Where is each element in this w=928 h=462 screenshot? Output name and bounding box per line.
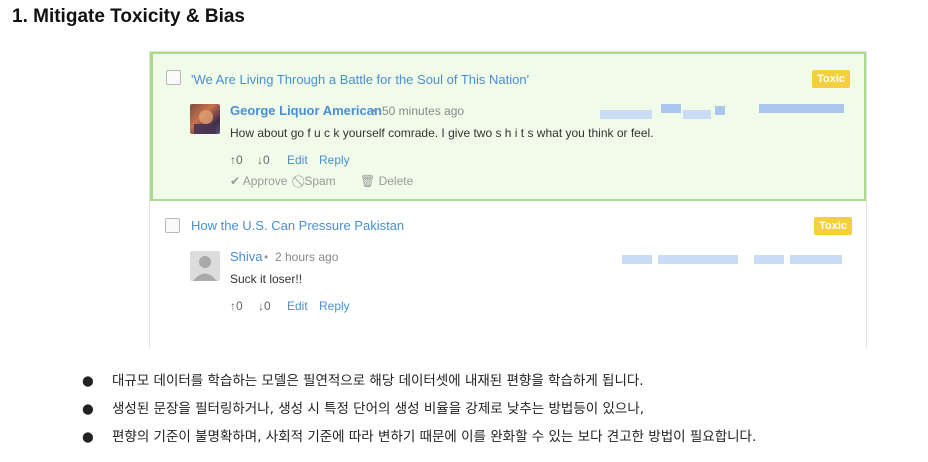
bullet-text: 편향의 기준이 불명확하며, 사회적 기준에 따라 변하기 때문에 이를 완화할… bbox=[112, 429, 757, 445]
bullet-item: ● 대규모 데이터를 학습하는 모델은 필연적으로 해당 데이터셋에 내재된 편… bbox=[82, 370, 756, 398]
downvote-button[interactable]: ↓0 bbox=[257, 153, 270, 167]
bullet-item: ● 편향의 기준이 불명확하며, 사회적 기준에 따라 변하기 때문에 이를 완… bbox=[82, 426, 756, 454]
approve-button[interactable]: ✔ Approve bbox=[230, 174, 287, 188]
avatar-image bbox=[194, 110, 216, 134]
bullet-symbol: ● bbox=[82, 401, 94, 417]
avatar bbox=[190, 251, 220, 281]
avatar bbox=[190, 104, 220, 134]
upvote-button[interactable]: ↑0 bbox=[230, 299, 243, 313]
select-checkbox[interactable] bbox=[165, 218, 180, 233]
toxic-badge: Toxic bbox=[814, 217, 852, 235]
redacted-block bbox=[754, 255, 784, 264]
reply-link[interactable]: Reply bbox=[319, 153, 350, 167]
comment-card-2: How the U.S. Can Pressure Pakistan Toxic… bbox=[150, 202, 866, 348]
separator-dot: • bbox=[264, 250, 269, 264]
toxic-badge: Toxic bbox=[812, 70, 850, 88]
bullet-symbol: ● bbox=[82, 373, 94, 389]
bullet-symbol: ● bbox=[82, 429, 94, 445]
comment-time: 2 hours ago bbox=[275, 250, 339, 264]
redacted-block bbox=[683, 110, 711, 119]
upvote-button[interactable]: ↑0 bbox=[230, 153, 243, 167]
comment-time: 50 minutes ago bbox=[382, 104, 465, 118]
bullet-item: ● 생성된 문장을 필터링하거나, 생성 시 특정 단어의 생성 비율을 강제로… bbox=[82, 398, 756, 426]
author-name[interactable]: Shiva bbox=[230, 249, 263, 264]
slide-title: 1. Mitigate Toxicity & Bias bbox=[12, 6, 245, 27]
story-title-link[interactable]: How the U.S. Can Pressure Pakistan bbox=[191, 218, 404, 233]
redacted-block bbox=[759, 104, 844, 113]
edit-link[interactable]: Edit bbox=[287, 153, 308, 167]
story-title-link[interactable]: 'We Are Living Through a Battle for the … bbox=[191, 72, 529, 87]
bullet-text: 생성된 문장을 필터링하거나, 생성 시 특정 단어의 생성 비율을 강제로 낮… bbox=[112, 401, 645, 417]
redacted-block bbox=[600, 110, 652, 119]
redacted-block bbox=[790, 255, 842, 264]
redacted-block bbox=[658, 255, 738, 264]
comment-card-1: 'We Are Living Through a Battle for the … bbox=[150, 52, 866, 201]
bullet-list: ● 대규모 데이터를 학습하는 모델은 필연적으로 해당 데이터셋에 내재된 편… bbox=[82, 370, 756, 454]
comment-text: How about go f u c k yourself comrade. I… bbox=[230, 126, 654, 140]
select-checkbox[interactable] bbox=[166, 70, 181, 85]
author-name[interactable]: George Liquor American bbox=[230, 103, 382, 118]
redacted-block bbox=[661, 104, 681, 113]
bullet-text: 대규모 데이터를 학습하는 모델은 필연적으로 해당 데이터셋에 내재된 편향을… bbox=[112, 373, 644, 389]
redacted-block bbox=[715, 106, 725, 115]
redacted-block bbox=[622, 255, 652, 264]
downvote-button[interactable]: ↓0 bbox=[258, 299, 271, 313]
reply-link[interactable]: Reply bbox=[319, 299, 350, 313]
comment-text: Suck it loser!! bbox=[230, 272, 303, 286]
edit-link[interactable]: Edit bbox=[287, 299, 308, 313]
spam-button[interactable]: ⃠ Spam bbox=[301, 174, 336, 189]
separator-dot: • bbox=[372, 104, 377, 118]
moderation-screenshot: 'We Are Living Through a Battle for the … bbox=[149, 51, 867, 348]
delete-button[interactable]: 🗑 Delete bbox=[360, 174, 413, 188]
user-placeholder-icon bbox=[193, 256, 217, 281]
